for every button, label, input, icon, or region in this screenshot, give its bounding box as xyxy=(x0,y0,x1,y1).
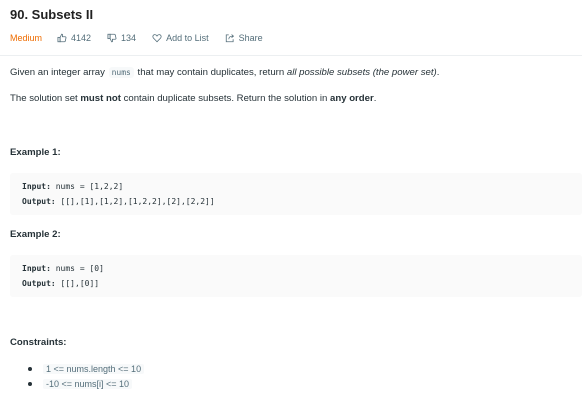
example-1-box: Input: nums = [1,2,2] Output: [[],[1],[1… xyxy=(10,173,582,215)
problem-page: 90. Subsets II Medium 4142 134 Add to Li… xyxy=(0,0,588,400)
header-divider xyxy=(0,55,582,56)
constraint-text: 1 <= nums.length <= 10 xyxy=(43,364,145,374)
thumbs-up-icon xyxy=(57,33,67,43)
example-2-output-label: Output: xyxy=(22,279,56,288)
inline-code-nums: nums xyxy=(108,67,134,78)
example-1-output-label: Output: xyxy=(22,197,56,206)
p2-text-end: . xyxy=(373,93,377,104)
p1-text-middle: that may contain duplicates, return xyxy=(137,67,285,78)
like-count: 4142 xyxy=(71,33,92,43)
description-paragraph-1: Given an integer array nums that may con… xyxy=(10,67,439,78)
example-2-heading: Example 2: xyxy=(10,229,61,240)
p1-text-end: . xyxy=(436,67,440,78)
problem-title: 90. Subsets II xyxy=(10,7,94,22)
difficulty-label: Medium xyxy=(10,33,43,43)
example-1-input-line: Input: nums = [1,2,2] xyxy=(22,182,123,191)
constraint-item: 1 <= nums.length <= 10 xyxy=(22,362,145,377)
dislike-count: 134 xyxy=(121,33,137,43)
example-1-heading: Example 1: xyxy=(10,147,61,158)
p1-text-before: Given an integer array xyxy=(10,67,105,78)
p2-strong-any-order: any order xyxy=(330,93,374,104)
constraint-item: -10 <= nums[i] <= 10 xyxy=(22,377,144,392)
example-1-output-line: Output: [[],[1],[1,2],[1,2,2],[2],[2,2]] xyxy=(22,197,215,206)
example-2-output-line: Output: [[],[0]] xyxy=(22,279,99,288)
constraints-list: 1 <= nums.length <= 10 -10 <= nums[i] <=… xyxy=(22,362,145,392)
constraint-text: -10 <= nums[i] <= 10 xyxy=(43,379,133,389)
p2-text-before: The solution set xyxy=(10,93,78,104)
constraints-heading: Constraints: xyxy=(10,337,67,348)
like-button[interactable]: 4142 xyxy=(57,33,91,43)
heart-icon xyxy=(152,34,162,43)
example-2-input-value: nums = [0] xyxy=(55,264,104,273)
example-1-input-label: Input: xyxy=(22,182,51,191)
p2-strong-must-not: must not xyxy=(80,93,121,104)
example-1-output-value: [[],[1],[1,2],[1,2,2],[2],[2,2]] xyxy=(60,197,215,206)
p2-text-middle: contain duplicate subsets. Return the so… xyxy=(123,93,328,104)
p1-emphasis: all possible subsets (the power set) xyxy=(286,67,437,78)
share-label: Share xyxy=(238,33,263,43)
description-paragraph-2: The solution set must not contain duplic… xyxy=(10,93,376,104)
bullet-icon xyxy=(28,382,32,386)
example-1-input-value: nums = [1,2,2] xyxy=(55,182,124,191)
example-2-output-value: [[],[0]] xyxy=(60,279,100,288)
example-2-input-line: Input: nums = [0] xyxy=(22,264,104,273)
add-to-list-button[interactable]: Add to List xyxy=(152,33,209,43)
dislike-button[interactable]: 134 xyxy=(107,33,136,43)
problem-meta-bar: Medium 4142 134 Add to List Share xyxy=(10,31,279,45)
example-2-box: Input: nums = [0] Output: [[],[0]] xyxy=(10,255,582,297)
example-2-input-label: Input: xyxy=(22,264,51,273)
thumbs-down-icon xyxy=(107,33,117,43)
bullet-icon xyxy=(28,367,32,371)
share-icon xyxy=(225,34,234,43)
share-button[interactable]: Share xyxy=(225,33,263,43)
add-to-list-label: Add to List xyxy=(166,33,209,43)
